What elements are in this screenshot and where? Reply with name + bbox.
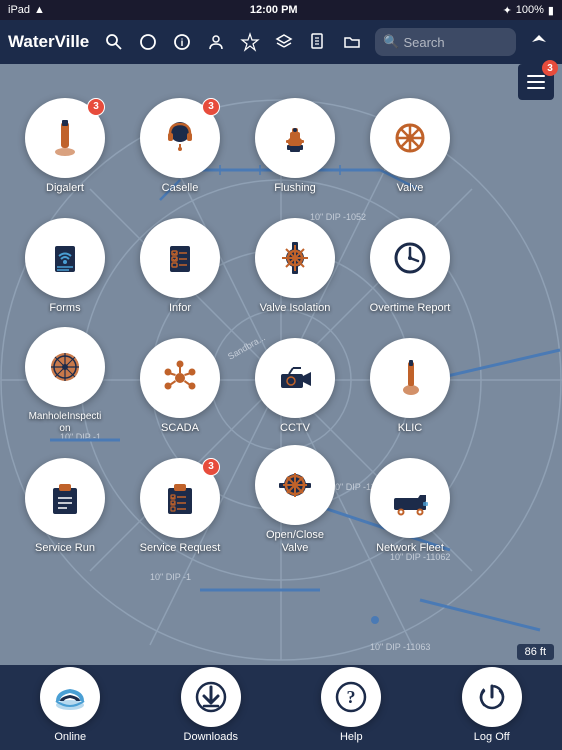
valve-circle [370,98,450,178]
app-icon-manhole[interactable]: ManholeInspection [10,320,120,435]
svg-text:?: ? [347,687,356,707]
bluetooth-icon: ✦ [503,4,512,17]
layers-button[interactable] [269,27,299,57]
digalert-badge: 3 [87,98,105,116]
klic-circle [370,338,450,418]
ipad-label: iPad [8,4,30,16]
scale-label: 86 ft [525,646,546,658]
hamburger-line-2 [527,81,545,83]
app-icon-forms[interactable]: Forms [10,200,120,315]
online-label: Online [54,731,86,743]
status-bar: iPad ▲ 12:00 PM ✦ 100% ▮ [0,0,562,20]
app-icon-service-request[interactable]: 3 Service Request [125,440,235,555]
app-icon-service-run[interactable]: Service Run [10,440,120,555]
location-button[interactable] [524,27,554,57]
caselle-badge: 3 [202,98,220,116]
person-button[interactable] [201,27,231,57]
magnify-button[interactable] [99,27,129,57]
flushing-circle [255,98,335,178]
manhole-label: ManholeInspection [29,411,102,435]
battery-icon: ▮ [548,4,554,17]
info-button[interactable]: i [167,27,197,57]
app-icon-scada[interactable]: SCADA [125,320,235,435]
hamburger-menu[interactable]: 3 [518,64,554,100]
battery-label: 100% [516,4,544,16]
app-icon-caselle[interactable]: 3 Caselle [125,80,235,195]
star-button[interactable] [235,27,265,57]
klic-label: KLIC [398,422,422,435]
scada-circle [140,338,220,418]
search-icon-small: 🔍 [383,34,399,50]
bottom-icon-downloads[interactable]: Downloads [181,667,241,743]
bottom-icon-logoff[interactable]: Log Off [462,667,522,743]
network-fleet-circle [370,458,450,538]
hamburger-line-1 [527,75,545,77]
service-run-label: Service Run [35,542,95,555]
doc-button[interactable] [303,27,333,57]
app-icon-valve-isolation[interactable]: Valve Isolation [240,200,350,315]
app-icon-cctv[interactable]: CCTV [240,320,350,435]
search-bar[interactable]: 🔍 [375,28,516,56]
app-icon-klic[interactable]: KLIC [355,320,465,435]
forms-circle [25,218,105,298]
bottom-bar: Online Downloads ? Help [0,665,562,750]
app-title: WaterVille [8,32,89,52]
valve-isolation-label: Valve Isolation [260,302,331,315]
service-request-badge: 3 [202,458,220,476]
service-run-circle [25,458,105,538]
digalert-circle: 3 [25,98,105,178]
open-close-valve-circle [255,445,335,525]
overtime-circle [370,218,450,298]
caselle-circle: 3 [140,98,220,178]
app-icon-overtime-report[interactable]: Overtime Report [355,200,465,315]
svg-text:i: i [181,38,184,49]
app-icon-valve[interactable]: Valve [355,80,465,195]
service-request-circle: 3 [140,458,220,538]
cctv-label: CCTV [280,422,310,435]
open-close-valve-label: Open/CloseValve [266,529,324,555]
valve-label: Valve [397,182,424,195]
downloads-label: Downloads [184,731,238,743]
app-icon-flushing[interactable]: Flushing [240,80,350,195]
bottom-icon-help[interactable]: ? Help [321,667,381,743]
bottom-icon-online[interactable]: Online [40,667,100,743]
downloads-circle [181,667,241,727]
wifi-icon: ▲ [34,4,45,16]
app-icon-digalert[interactable]: 3 Digalert [10,80,120,195]
logoff-label: Log Off [474,731,510,743]
overtime-report-label: Overtime Report [370,302,451,315]
status-right: ✦ 100% ▮ [503,4,554,17]
network-fleet-label: Network Fleet [376,542,444,555]
help-circle: ? [321,667,381,727]
manhole-circle [25,327,105,407]
status-time: 12:00 PM [250,4,298,16]
online-circle [40,667,100,727]
hamburger-badge: 3 [542,60,558,76]
scale-bar: 86 ft [517,644,554,660]
flushing-label: Flushing [274,182,316,195]
scada-label: SCADA [161,422,199,435]
search-input[interactable] [403,35,508,50]
app-icon-infor[interactable]: Infor [125,200,235,315]
valve-isolation-circle [255,218,335,298]
circle-button[interactable] [133,27,163,57]
toolbar: WaterVille i 🔍 [0,20,562,64]
infor-label: Infor [169,302,191,315]
service-request-label: Service Request [140,542,221,555]
status-left: iPad ▲ [8,4,45,16]
digalert-label: Digalert [46,182,84,195]
infor-circle [140,218,220,298]
forms-label: Forms [49,302,80,315]
logoff-circle [462,667,522,727]
hamburger-line-3 [527,87,545,89]
help-label: Help [340,731,363,743]
app-icons-grid: 3 Digalert 3 Caselle [0,70,480,685]
app-icon-network-fleet[interactable]: Network Fleet [355,440,465,555]
app-icon-open-close-valve[interactable]: Open/CloseValve [240,440,350,555]
folder-button[interactable] [337,27,367,57]
cctv-circle [255,338,335,418]
caselle-label: Caselle [162,182,199,195]
